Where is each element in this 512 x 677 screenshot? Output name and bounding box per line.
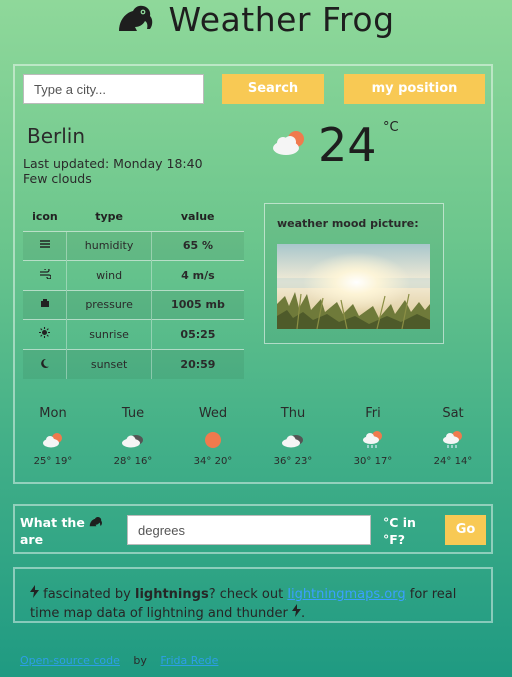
table-row: sunrise 05:25 [23, 319, 244, 349]
info-bold: lightnings [134, 587, 209, 602]
rain-sun-icon [423, 424, 483, 456]
lightning-icon [292, 604, 302, 621]
humidity-icon [23, 230, 67, 261]
go-button[interactable]: Go [445, 515, 486, 545]
app-title: Weather Frog [168, 0, 395, 39]
lightning-info-text: fascinated by lightnings? check out ligh… [30, 585, 480, 623]
table-header: value [180, 210, 215, 224]
forecast-temps: 30° 17° [353, 456, 393, 467]
table-row: pressure 1005 mb [23, 289, 244, 320]
row-value: 05:25 [150, 319, 244, 349]
cloud-icon [263, 424, 323, 456]
mood-picture-label: weather mood picture: [277, 217, 419, 230]
row-type: sunset [66, 348, 152, 379]
forecast-day: Tue 28° 16° [103, 406, 163, 467]
info-text-part2: ? check out [208, 587, 288, 602]
forecast-day-name: Fri [365, 406, 381, 421]
my-position-button[interactable]: my position [344, 74, 485, 104]
mood-picture-box: weather mood picture: [264, 203, 444, 344]
table-header: type [95, 210, 123, 224]
row-value: 1005 mb [150, 289, 244, 320]
row-type: sunrise [66, 319, 152, 349]
forecast-day-name: Thu [280, 406, 306, 421]
degrees-input[interactable] [127, 515, 371, 545]
forecast-day-name: Mon [39, 406, 67, 421]
app-header: Weather Frog [0, 0, 512, 40]
forecast-day: Mon 25° 19° [23, 406, 83, 467]
row-type: humidity [66, 230, 152, 261]
last-updated: Last updated: Monday 18:40 [23, 156, 203, 171]
source-code-link[interactable]: Open-source code [20, 654, 120, 667]
author-link[interactable]: Frida Rede [160, 654, 218, 667]
current-temperature: 24 [318, 118, 377, 172]
converter-unit-label: °C in °F? [383, 515, 416, 547]
row-type: pressure [66, 289, 152, 320]
table-row: sunset 20:59 [23, 348, 244, 379]
weather-details-table: icon type value humidity 65 % wind 4 m/s… [23, 203, 244, 379]
table-header-row: icon type value [23, 203, 244, 231]
cloud-icon [103, 424, 163, 456]
forecast-day: Fri 30° 17° [343, 406, 403, 467]
forecast-day: Sat 24° 14° [423, 406, 483, 467]
sunrise-icon [23, 319, 67, 349]
temperature-unit: °C [383, 120, 399, 135]
wind-icon [23, 260, 67, 290]
forecast-temps: 25° 19° [33, 456, 73, 467]
row-value: 65 % [150, 230, 244, 261]
info-text-part1: fascinated by [39, 587, 135, 602]
lightning-icon [30, 585, 39, 602]
frog-icon [117, 3, 155, 37]
converter-label-end: are [20, 532, 44, 547]
forecast-temps: 36° 23° [273, 456, 313, 467]
footer-by: by [133, 654, 147, 667]
converter-label-start: What the [20, 515, 85, 530]
forecast-row: Mon 25° 19° Tue 28° 16° Wed 34° 20° Thu [15, 406, 491, 476]
sunset-icon [23, 348, 67, 379]
forecast-temps: 34° 20° [193, 456, 233, 467]
rain-sun-icon [343, 424, 403, 456]
lightning-info-box: fascinated by lightnings? check out ligh… [13, 567, 493, 623]
weather-description: Few clouds [23, 171, 92, 186]
forecast-day-name: Wed [198, 406, 228, 421]
forecast-day-name: Sat [442, 406, 464, 421]
frog-icon [89, 515, 103, 530]
row-value: 4 m/s [150, 260, 244, 290]
city-search-input[interactable] [23, 74, 204, 104]
cloud-sun-icon [23, 424, 83, 456]
weather-panel: Search my position Berlin Last updated: … [13, 64, 493, 484]
row-type: wind [66, 260, 152, 290]
pressure-icon [23, 289, 67, 320]
forecast-day: Wed 34° 20° [183, 406, 243, 467]
forecast-temps: 24° 14° [433, 456, 473, 467]
footer: Open-source code by Frida Rede [20, 654, 218, 667]
forecast-day-name: Tue [121, 406, 145, 421]
converter-label: What the are [20, 514, 110, 548]
table-row: wind 4 m/s [23, 260, 244, 290]
unit-converter: What the are °C in °F? Go [13, 504, 493, 554]
table-header: icon [32, 210, 58, 224]
lightningmaps-link[interactable]: lightningmaps.org [287, 587, 405, 602]
cloud-sun-icon [271, 128, 307, 160]
city-name: Berlin [27, 124, 86, 148]
forecast-temps: 28° 16° [113, 456, 153, 467]
table-row: humidity 65 % [23, 230, 244, 261]
search-button[interactable]: Search [222, 74, 324, 104]
mood-picture [277, 244, 430, 329]
sun-icon [183, 424, 243, 456]
forecast-day: Thu 36° 23° [263, 406, 323, 467]
row-value: 20:59 [150, 348, 244, 379]
info-text-part4: . [301, 606, 306, 621]
